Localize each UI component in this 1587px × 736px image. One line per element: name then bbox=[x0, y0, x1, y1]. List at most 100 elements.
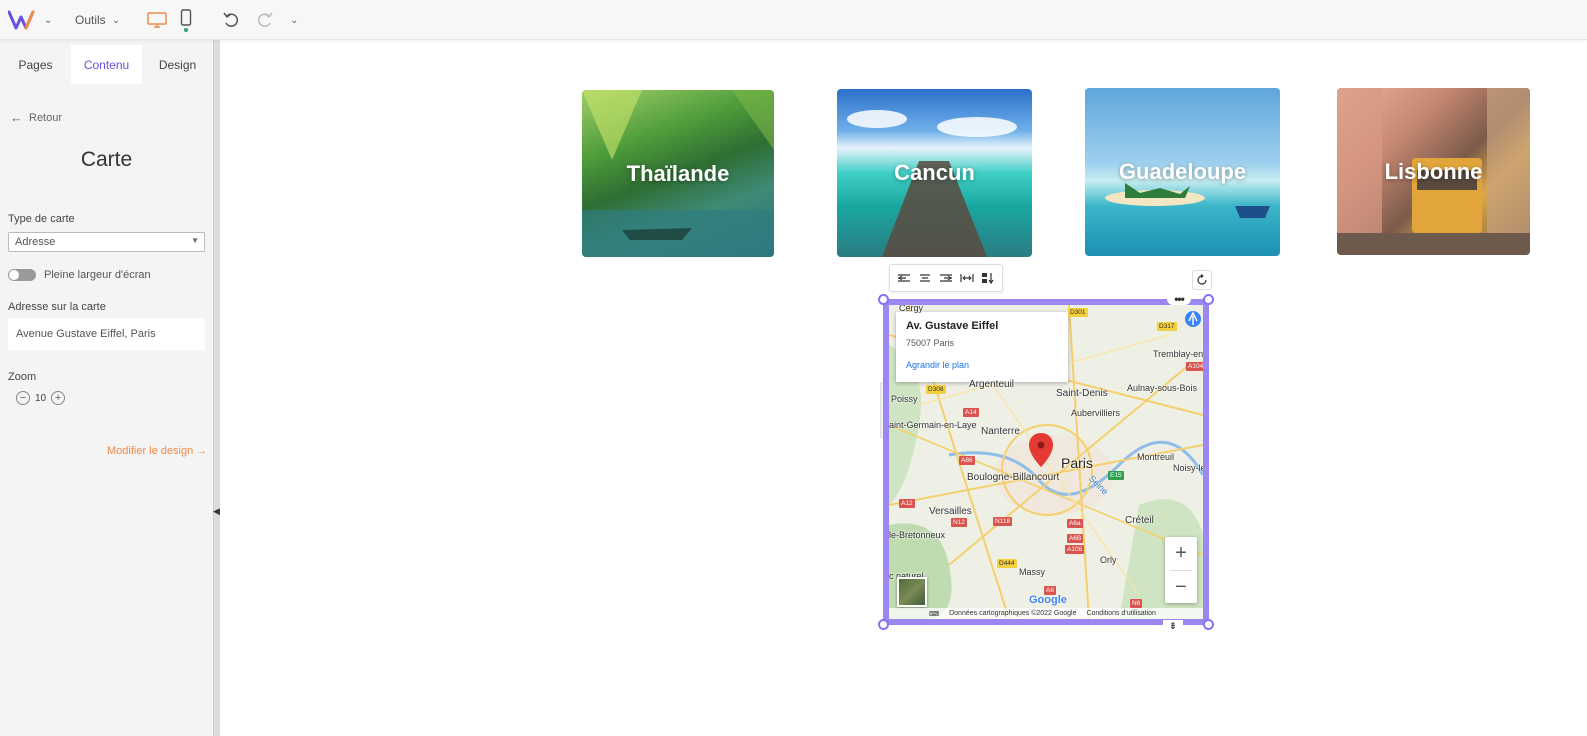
expand-width-icon bbox=[960, 274, 974, 282]
map-place-label: Poissy bbox=[891, 394, 918, 404]
address-input[interactable] bbox=[8, 318, 205, 350]
address-label: Adresse sur la carte bbox=[8, 301, 106, 313]
sidebar-panel: Pages Contenu Design ← Retour Carte Type… bbox=[0, 40, 213, 736]
mobile-icon bbox=[180, 9, 192, 32]
align-center-icon bbox=[920, 274, 931, 282]
align-left-button[interactable] bbox=[896, 271, 912, 285]
road-sign: D444 bbox=[997, 559, 1017, 568]
undo-icon bbox=[223, 12, 239, 27]
card-label: Guadeloupe bbox=[1118, 159, 1247, 184]
chevron-down-icon: ⌄ bbox=[111, 14, 121, 26]
sidebar-divider[interactable] bbox=[213, 40, 220, 736]
map-place-label: Massy bbox=[1019, 567, 1046, 577]
road-sign: D317 bbox=[1157, 322, 1177, 331]
map-place-label: Boulogne-Billancourt bbox=[967, 472, 1060, 483]
destination-card-guadeloupe[interactable]: Guadeloupe bbox=[1085, 88, 1280, 256]
map-place-label: Orly bbox=[1100, 555, 1117, 565]
road-sign: N6 bbox=[1130, 599, 1143, 608]
zoom-increase-button[interactable]: + bbox=[51, 391, 66, 405]
back-label: Retour bbox=[29, 111, 63, 124]
reset-button[interactable] bbox=[1192, 270, 1212, 290]
align-right-icon bbox=[939, 274, 952, 282]
info-title: Av. Gustave Eiffel bbox=[906, 320, 999, 332]
road-sign: E15 bbox=[1108, 471, 1124, 480]
destination-card-thailande[interactable]: Thaïlande bbox=[582, 90, 774, 257]
app-logo[interactable] bbox=[8, 0, 38, 40]
road-sign: D308 bbox=[926, 385, 946, 394]
resize-handle-top-right[interactable] bbox=[1203, 294, 1214, 305]
google-logo: Google bbox=[1029, 594, 1067, 606]
card-label: Lisbonne bbox=[1384, 158, 1483, 184]
road-sign: N12 bbox=[951, 518, 967, 527]
more-options-icon[interactable]: ••• bbox=[1167, 293, 1191, 305]
fullwidth-toggle[interactable] bbox=[8, 269, 36, 281]
mobile-view-button[interactable] bbox=[180, 0, 192, 40]
arrow-left-icon: ← bbox=[10, 110, 23, 125]
info-subtitle: 75007 Paris bbox=[906, 338, 955, 348]
map-place-label: Tremblay-en- bbox=[1153, 349, 1207, 359]
map-block[interactable]: Av. Gustave Eiffel 75007 Paris Agrandir … bbox=[883, 299, 1209, 625]
redo-button[interactable] bbox=[254, 0, 274, 40]
align-right-button[interactable] bbox=[938, 271, 954, 285]
align-left-icon bbox=[898, 274, 911, 282]
sidebar-tabs: Pages Contenu Design bbox=[0, 45, 213, 84]
move-down-icon bbox=[981, 273, 994, 284]
map-attribution-bar: ⌨ Données cartographiques ©2022 Google C… bbox=[889, 608, 1203, 619]
road-sign: A106 bbox=[1065, 545, 1085, 554]
map-place-label: Argenteuil bbox=[969, 379, 1015, 390]
tab-pages[interactable]: Pages bbox=[0, 45, 71, 84]
road-sign: A12 bbox=[899, 499, 915, 508]
resize-handle-bottom-left[interactable] bbox=[878, 619, 889, 630]
destination-card-lisbonne[interactable]: Lisbonne bbox=[1337, 88, 1530, 255]
redo-icon bbox=[257, 12, 273, 27]
road-sign: A14 bbox=[963, 408, 979, 417]
full-width-button[interactable] bbox=[959, 271, 975, 285]
zoom-stepper: − 10 + bbox=[16, 391, 66, 405]
select-arrow-icon: ▼ bbox=[191, 236, 199, 245]
move-block-button[interactable] bbox=[980, 271, 996, 285]
logo-menu-chevron-icon[interactable]: ⌄ bbox=[44, 0, 52, 40]
card-label: Thaïlande bbox=[626, 160, 730, 186]
resize-handle-bottom-right[interactable] bbox=[1203, 619, 1214, 630]
tab-design[interactable]: Design bbox=[142, 45, 213, 84]
modify-design-link[interactable]: Modifier le design → bbox=[107, 445, 207, 457]
fullwidth-label: Pleine largeur d'écran bbox=[44, 269, 151, 281]
map-zoom-in-button[interactable]: + bbox=[1165, 537, 1197, 570]
block-settings-icon[interactable]: ⇟ bbox=[1163, 620, 1183, 632]
map-type-select[interactable]: Adresse ▼ bbox=[8, 232, 205, 252]
map-block-toolbar bbox=[889, 264, 1003, 292]
zoom-decrease-button[interactable]: − bbox=[16, 391, 30, 405]
map-zoom-out-button[interactable]: − bbox=[1165, 571, 1197, 604]
road-sign: A6a bbox=[1067, 519, 1083, 528]
tab-contenu[interactable]: Contenu bbox=[71, 45, 142, 84]
map-type-label: Type de carte bbox=[8, 213, 75, 225]
resize-handle-top-left[interactable] bbox=[878, 294, 889, 305]
collapse-sidebar-icon[interactable]: ◀ bbox=[213, 503, 220, 519]
map-place-label: Aubervilliers bbox=[1071, 408, 1121, 418]
map-info-window: Av. Gustave Eiffel 75007 Paris Agrandir … bbox=[896, 312, 1068, 382]
terms-link[interactable]: Conditions d'utilisation bbox=[1086, 610, 1155, 617]
road-sign: D301 bbox=[1068, 308, 1088, 317]
zoom-value: 10 bbox=[35, 392, 47, 404]
refresh-icon bbox=[1197, 274, 1207, 285]
tools-menu[interactable]: Outils ⌄ bbox=[75, 0, 120, 40]
align-center-button[interactable] bbox=[917, 271, 933, 285]
fullwidth-row: Pleine largeur d'écran bbox=[8, 269, 151, 281]
map-place-label: Versailles bbox=[929, 506, 972, 517]
map-place-label: le-Bretonneux bbox=[889, 530, 946, 540]
keyboard-icon[interactable]: ⌨ bbox=[929, 610, 939, 618]
tools-label: Outils bbox=[75, 13, 106, 27]
map-place-label: Nanterre bbox=[981, 426, 1020, 437]
undo-button[interactable] bbox=[222, 0, 242, 40]
desktop-view-button[interactable] bbox=[147, 0, 167, 40]
map-place-label: Montreuil bbox=[1137, 452, 1175, 462]
panel-title: Carte bbox=[80, 148, 133, 171]
road-sign: A6B bbox=[1067, 534, 1084, 543]
destination-card-cancun[interactable]: Cancun bbox=[837, 89, 1032, 257]
card-label: Cancun bbox=[894, 160, 975, 185]
back-button[interactable]: ← Retour bbox=[10, 110, 62, 125]
enlarge-map-link[interactable]: Agrandir le plan bbox=[906, 360, 1058, 370]
satellite-view-toggle[interactable] bbox=[897, 577, 927, 607]
desktop-icon bbox=[147, 12, 167, 28]
history-chevron-icon[interactable]: ⌄ bbox=[290, 0, 298, 40]
